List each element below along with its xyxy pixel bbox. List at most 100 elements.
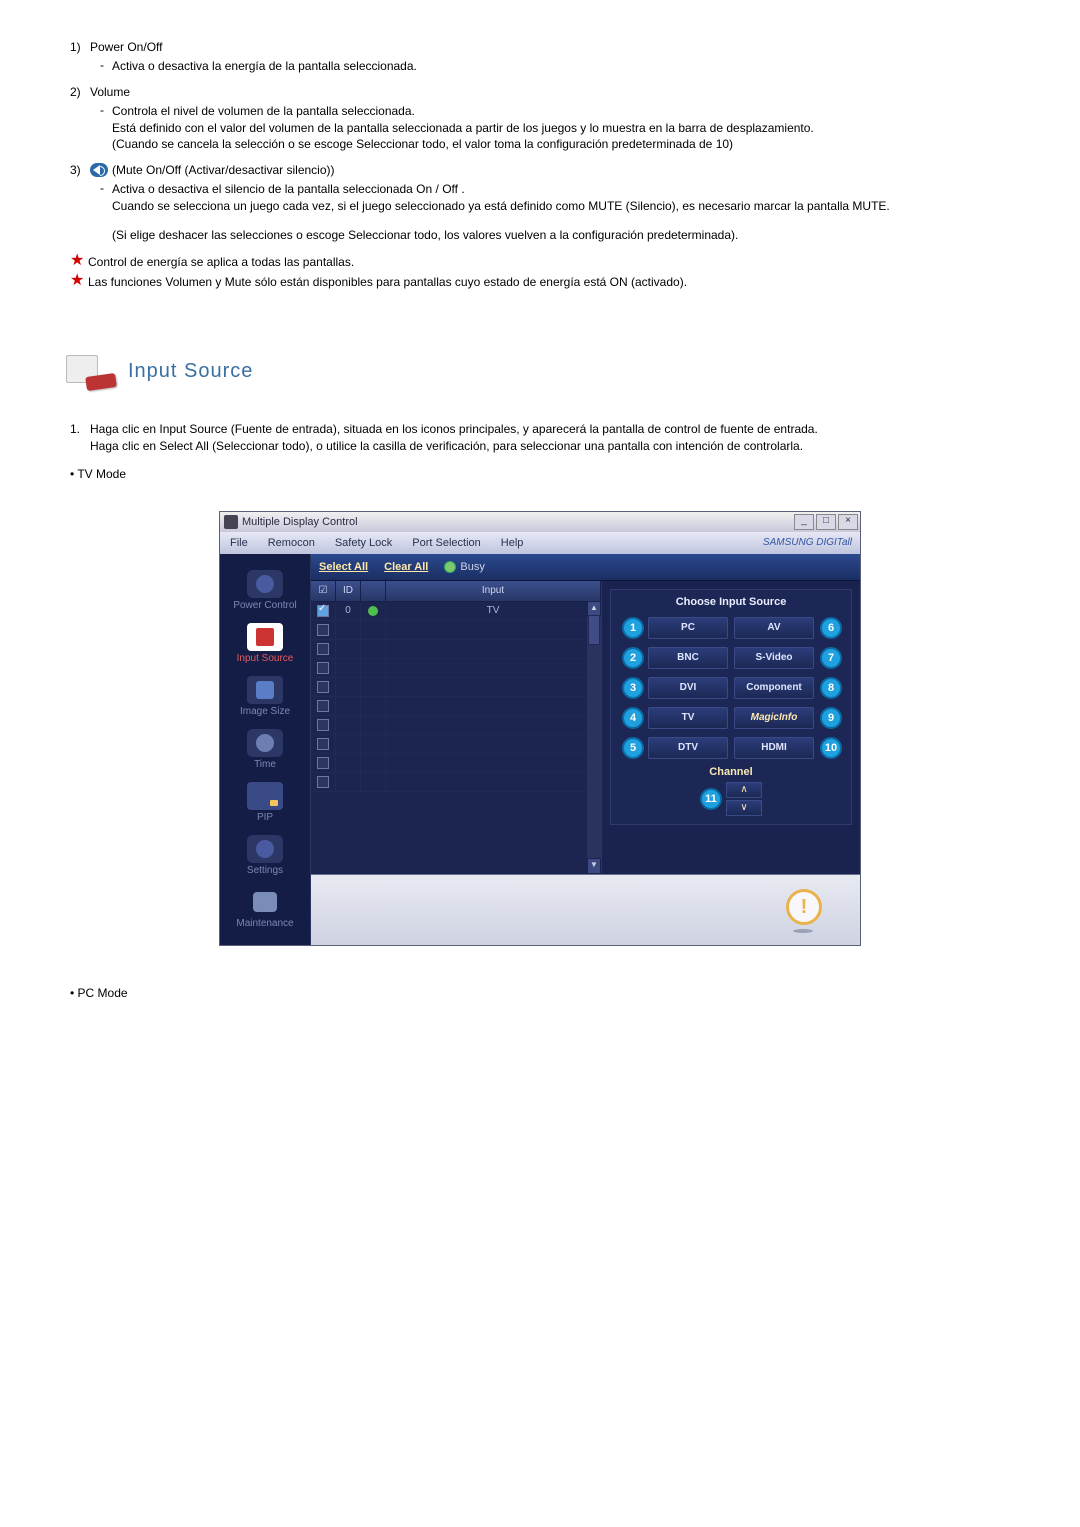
item-number: 1) bbox=[70, 40, 90, 54]
table-row[interactable]: 0TV bbox=[311, 602, 601, 621]
source-button-s-video[interactable]: S-Video bbox=[734, 647, 814, 669]
row-checkbox[interactable] bbox=[317, 624, 329, 636]
sidebar-item-label: PIP bbox=[220, 812, 310, 823]
source-button-magicinfo[interactable]: MagicInfo bbox=[734, 707, 814, 729]
toolbar: Select All Clear All Busy bbox=[311, 554, 860, 581]
scroll-down-button[interactable]: ▼ bbox=[587, 858, 601, 874]
row-id bbox=[336, 735, 361, 753]
row-input bbox=[386, 697, 601, 715]
source-button-av[interactable]: AV bbox=[734, 617, 814, 639]
note-text: Control de energía se aplica a todas las… bbox=[88, 254, 1020, 271]
menu-remocon[interactable]: Remocon bbox=[258, 537, 325, 549]
maximize-button[interactable]: □ bbox=[816, 514, 836, 530]
row-checkbox[interactable] bbox=[317, 643, 329, 655]
menu-safety-lock[interactable]: Safety Lock bbox=[325, 537, 402, 549]
row-status bbox=[361, 754, 386, 772]
sidebar-item-image-size[interactable]: Image Size bbox=[220, 670, 310, 723]
row-id bbox=[336, 640, 361, 658]
row-id bbox=[336, 716, 361, 734]
row-checkbox[interactable] bbox=[317, 700, 329, 712]
source-button-dtv[interactable]: DTV bbox=[648, 737, 728, 759]
row-input bbox=[386, 716, 601, 734]
callout-3: 3 bbox=[622, 677, 644, 699]
source-button-bnc[interactable]: BNC bbox=[648, 647, 728, 669]
table-row[interactable] bbox=[311, 621, 601, 640]
table-row[interactable] bbox=[311, 716, 601, 735]
menu-help[interactable]: Help bbox=[491, 537, 534, 549]
intro-number: 1. bbox=[70, 421, 90, 455]
callout-6: 6 bbox=[820, 617, 842, 639]
sidebar-item-power-control[interactable]: Power Control bbox=[220, 564, 310, 617]
sidebar-item-maintenance[interactable]: Maintenance bbox=[220, 882, 310, 935]
table-row[interactable] bbox=[311, 773, 601, 792]
row-checkbox[interactable] bbox=[317, 757, 329, 769]
source-button-pc[interactable]: PC bbox=[648, 617, 728, 639]
row-id bbox=[336, 621, 361, 639]
table-scrollbar[interactable]: ▲ ▼ bbox=[587, 601, 601, 874]
row-checkbox[interactable] bbox=[317, 681, 329, 693]
note-text: Las funciones Volumen y Mute sólo están … bbox=[88, 274, 1020, 291]
display-table: ☑ ID Input 0TV ▲ ▼ bbox=[311, 581, 602, 874]
table-row[interactable] bbox=[311, 697, 601, 716]
source-button-dvi[interactable]: DVI bbox=[648, 677, 728, 699]
source-button-tv[interactable]: TV bbox=[648, 707, 728, 729]
row-checkbox[interactable] bbox=[317, 719, 329, 731]
callout-10: 10 bbox=[820, 737, 842, 759]
select-all-button[interactable]: Select All bbox=[319, 561, 368, 573]
sidebar-item-settings[interactable]: Settings bbox=[220, 829, 310, 882]
item-desc: (Cuando se cancela la selección o se esc… bbox=[112, 136, 1020, 153]
source-button-hdmi[interactable]: HDMI bbox=[734, 737, 814, 759]
row-id bbox=[336, 773, 361, 791]
sidebar-item-input-source[interactable]: Input Source bbox=[220, 617, 310, 670]
col-header-check[interactable]: ☑ bbox=[311, 581, 336, 601]
row-checkbox[interactable] bbox=[317, 662, 329, 674]
callout-4: 4 bbox=[622, 707, 644, 729]
sidebar-item-label: Settings bbox=[220, 865, 310, 876]
close-button[interactable]: × bbox=[838, 514, 858, 530]
channel-down-button[interactable]: ∨ bbox=[726, 800, 762, 816]
table-row[interactable] bbox=[311, 659, 601, 678]
sidebar-item-pip[interactable]: PIP bbox=[220, 776, 310, 829]
bullet-pc-mode: • PC Mode bbox=[70, 986, 1020, 1000]
row-status bbox=[361, 602, 386, 620]
row-id: 0 bbox=[336, 602, 361, 620]
row-id bbox=[336, 659, 361, 677]
scroll-thumb[interactable] bbox=[588, 615, 600, 645]
table-row[interactable] bbox=[311, 640, 601, 659]
table-row[interactable] bbox=[311, 754, 601, 773]
callout-2: 2 bbox=[622, 647, 644, 669]
row-checkbox[interactable] bbox=[317, 605, 329, 617]
busy-indicator: Busy bbox=[444, 561, 484, 573]
row-input bbox=[386, 659, 601, 677]
row-checkbox[interactable] bbox=[317, 776, 329, 788]
window-title: Multiple Display Control bbox=[242, 516, 794, 528]
item-desc: Controla el nivel de volumen de la panta… bbox=[112, 103, 1020, 120]
channel-up-button[interactable]: ∧ bbox=[726, 782, 762, 798]
row-status bbox=[361, 773, 386, 791]
sidebar-item-label: Image Size bbox=[220, 706, 310, 717]
section-title: Input Source bbox=[128, 360, 253, 383]
source-button-component[interactable]: Component bbox=[734, 677, 814, 699]
row-checkbox[interactable] bbox=[317, 738, 329, 750]
row-status bbox=[361, 640, 386, 658]
alert-icon: ! bbox=[786, 889, 820, 933]
mute-icon bbox=[90, 163, 108, 177]
callout-1: 1 bbox=[622, 617, 644, 639]
minimize-button[interactable]: _ bbox=[794, 514, 814, 530]
clear-all-button[interactable]: Clear All bbox=[384, 561, 428, 573]
row-input bbox=[386, 735, 601, 753]
row-input bbox=[386, 640, 601, 658]
callout-8: 8 bbox=[820, 677, 842, 699]
table-row[interactable] bbox=[311, 735, 601, 754]
busy-dot-icon bbox=[444, 561, 456, 573]
menu-bar: File Remocon Safety Lock Port Selection … bbox=[220, 532, 860, 554]
row-status bbox=[361, 678, 386, 696]
item-number: 2) bbox=[70, 85, 90, 99]
item-title: Power On/Off bbox=[90, 40, 162, 54]
menu-port-selection[interactable]: Port Selection bbox=[402, 537, 490, 549]
feature-list: 1) Power On/Off -Activa o desactiva la e… bbox=[70, 40, 1020, 244]
menu-file[interactable]: File bbox=[220, 537, 258, 549]
item-desc: Activa o desactiva el silencio de la pan… bbox=[112, 181, 1020, 198]
sidebar-item-time[interactable]: Time bbox=[220, 723, 310, 776]
table-row[interactable] bbox=[311, 678, 601, 697]
